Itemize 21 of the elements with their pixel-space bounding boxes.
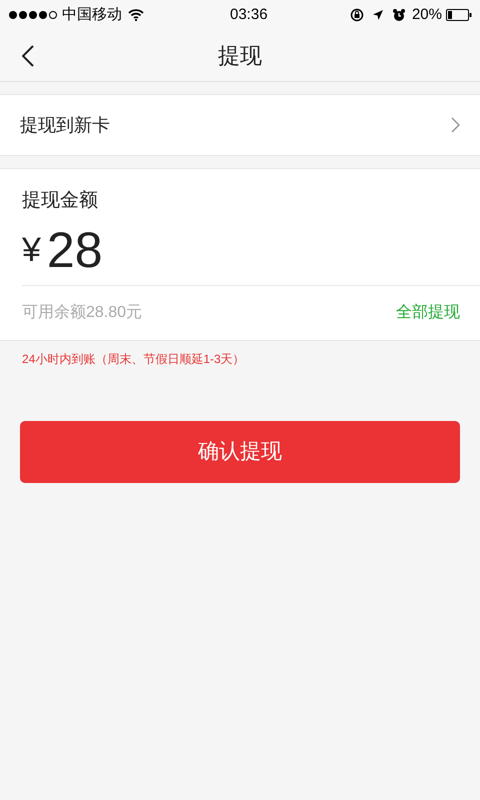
battery-icon <box>446 9 472 21</box>
amount-value: 28 <box>46 225 103 275</box>
chevron-right-icon <box>451 117 460 133</box>
rotation-lock-icon <box>350 8 364 22</box>
battery-percentage: 20% <box>412 4 442 25</box>
amount-label: 提现金额 <box>22 190 98 211</box>
withdraw-all-link[interactable]: 全部提现 <box>396 300 460 324</box>
confirm-withdraw-button[interactable]: 确认提现 <box>20 420 460 482</box>
location-arrow-icon <box>372 9 384 21</box>
page-title: 提现 <box>218 42 262 70</box>
new-card-row[interactable]: 提现到新卡 <box>0 94 480 156</box>
back-chevron-icon <box>22 45 34 67</box>
signal-strength-icon <box>8 10 58 20</box>
wifi-icon <box>128 9 144 21</box>
arrival-notice: 24小时内到账（周末、节假日顺延1-3天） <box>22 352 245 366</box>
available-balance: 可用余额28.80元 <box>22 302 142 322</box>
new-card-label: 提现到新卡 <box>20 114 110 136</box>
currency-symbol: ¥ <box>22 230 41 270</box>
alarm-clock-icon <box>392 8 406 22</box>
clock-time: 03:36 <box>230 4 268 25</box>
carrier-name: 中国移动 <box>62 4 122 25</box>
